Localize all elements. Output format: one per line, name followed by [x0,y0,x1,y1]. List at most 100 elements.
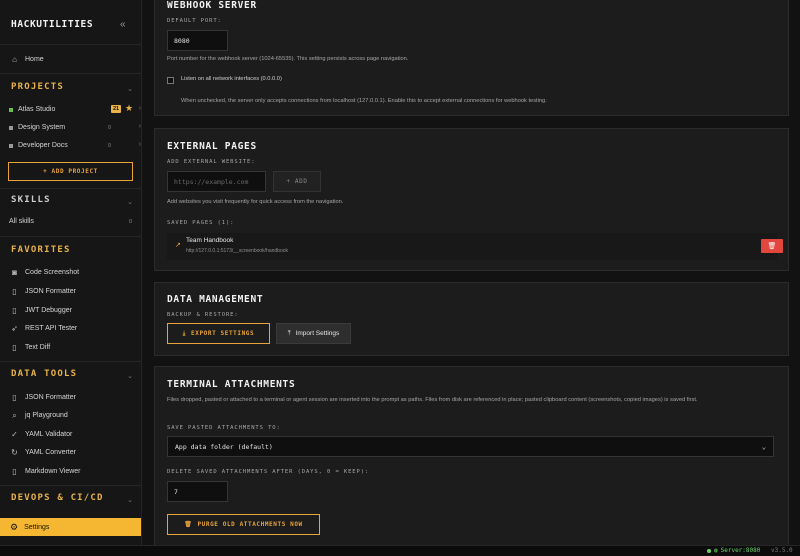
project-color-dot [9,125,13,130]
export-settings-button[interactable]: ⤓ EXPORT SETTINGS [167,323,270,344]
saved-page-row: ↗ Team Handbook http://127.0.0.1:5173/__… [167,233,783,260]
nav-all-skills[interactable]: All skills [9,218,34,225]
project-name: Atlas Studio [18,106,56,113]
nav-home-label: Home [25,56,44,63]
server-online-icon [707,548,711,553]
default-port-input[interactable]: 8080 [167,30,228,51]
file-icon: ▯ [12,287,17,296]
nav-text-diff[interactable]: ▯ Text Diff [10,343,50,352]
star-icon[interactable]: ★ [125,103,133,114]
chevron-down-icon: ⌄ [761,442,766,451]
listen-all-label: Listen on all network interfaces (0.0.0.… [181,76,282,82]
nav-rest-api-tester[interactable]: ➶ REST API Tester [10,324,77,333]
nav-jwt-debugger[interactable]: ▯ JWT Debugger [10,306,72,315]
terminal-help-text: Files dropped, pasted or attached to a t… [167,397,698,403]
skills-count: 0 [129,219,133,225]
project-name: Design System [18,124,66,131]
project-count: 0 [108,125,112,131]
terminal-attachments-title: TERMINAL ATTACHMENTS [167,379,296,390]
divider [0,44,141,45]
rocket-icon: ➶ [11,324,18,333]
nav-yaml-validator[interactable]: ✓ YAML Validator [10,430,72,439]
nav-settings[interactable]: ⚙ Settings [0,518,141,536]
project-item-atlas-studio[interactable]: Atlas Studio 21 ★ › [9,103,141,114]
download-icon: ⤓ [182,329,187,337]
listen-all-checkbox[interactable] [167,77,174,84]
add-website-button[interactable]: + ADD [273,171,321,192]
devops-section-title[interactable]: DEVOPS & CI/CD [11,493,104,503]
home-icon: ⌂ [12,55,17,64]
import-settings-label: Import Settings [295,330,340,337]
globe-icon: ◍ [714,547,718,554]
settings-page: WEBHOOK SERVER DEFAULT PORT: 8080 Port n… [142,0,800,545]
projects-section-title[interactable]: PROJECTS [11,82,64,92]
saved-pages-label: SAVED PAGES (1): [167,220,235,226]
trash-icon: 🗑 [184,521,193,528]
project-item-developer-docs[interactable]: Developer Docs 0 › [9,141,141,149]
favorites-section-title[interactable]: FAVORITES [11,245,71,255]
search-icon: ⌕ [12,411,17,420]
nav-label: YAML Converter [25,449,76,456]
backup-restore-label: BACKUP & RESTORE: [167,312,239,318]
file-icon: ▯ [12,343,17,352]
saved-page-name[interactable]: Team Handbook [186,237,233,244]
divider [0,188,141,189]
external-pages-card: EXTERNAL PAGES ADD EXTERNAL WEBSITE: htt… [154,128,789,271]
nav-json-formatter[interactable]: ▯ JSON Formatter [10,287,76,296]
nav-label: REST API Tester [25,325,78,332]
save-attachments-label: SAVE PASTED ATTACHMENTS TO: [167,425,281,431]
website-url-input[interactable]: https://example.com [167,171,266,192]
add-project-button[interactable]: + ADD PROJECT [8,162,133,181]
nav-yaml-converter[interactable]: ↻ YAML Converter [10,448,76,457]
listen-help-text: When unchecked, the server only accepts … [181,98,547,104]
nav-json-formatter-2[interactable]: ▯ JSON Formatter [10,393,76,402]
external-pages-title: EXTERNAL PAGES [167,141,257,152]
nav-home[interactable]: ⌂ Home [10,55,44,64]
project-count: 0 [108,143,112,149]
project-name: Developer Docs [18,142,68,149]
divider [0,361,141,362]
file-icon: ▯ [12,306,17,315]
project-item-design-system[interactable]: Design System 0 › [9,123,141,131]
chevron-down-icon[interactable]: ⌄ [127,496,133,504]
terminal-attachments-card: TERMINAL ATTACHMENTS Files dropped, past… [154,366,789,545]
purge-attachments-button[interactable]: 🗑 PURGE OLD ATTACHMENTS NOW [167,514,320,535]
purge-attachments-label: PURGE OLD ATTACHMENTS NOW [197,521,303,528]
nav-settings-label: Settings [24,523,50,531]
nav-code-screenshot[interactable]: ◙ Code Screenshot [10,268,79,277]
port-help-text: Port number for the webhook server (1024… [167,56,409,62]
nav-label: jq Playground [25,412,68,419]
refresh-icon: ↻ [11,448,18,457]
import-settings-button[interactable]: ⤒ Import Settings [276,323,351,344]
chevron-down-icon[interactable]: ⌄ [127,198,133,206]
project-count-badge: 21 [111,105,122,113]
divider [0,485,141,486]
nav-label: Text Diff [25,344,51,351]
nav-all-skills-label: All skills [9,218,34,225]
project-color-dot [9,143,13,148]
chevron-down-icon[interactable]: ⌄ [127,372,133,380]
server-status[interactable]: ◍ Server:8080 [707,547,760,554]
data-management-title: DATA MANAGEMENT [167,294,264,305]
divider [0,236,141,237]
file-icon: ▯ [12,467,17,476]
skills-section-title[interactable]: SKILLS [11,195,51,205]
gear-icon: ⚙ [10,521,19,532]
attachments-folder-select[interactable]: App data folder (default) ⌄ [167,436,774,457]
nav-label: YAML Validator [25,431,73,438]
data-tools-section-title[interactable]: DATA TOOLS [11,369,77,379]
upload-icon: ⤒ [287,329,291,337]
chevron-down-icon[interactable]: ⌄ [127,85,133,93]
server-status-label: Server:8080 [720,547,761,554]
external-link-icon: ↗ [175,242,181,249]
delete-after-days-input[interactable]: 7 [167,481,228,502]
collapse-sidebar-icon[interactable]: « [120,19,126,30]
project-color-dot [9,107,13,112]
data-management-card: DATA MANAGEMENT BACKUP & RESTORE: ⤓ EXPO… [154,282,789,356]
delete-saved-page-button[interactable]: 🗑 [761,239,783,253]
nav-markdown-viewer[interactable]: ▯ Markdown Viewer [10,467,80,476]
app-title: HACKUTILITIES [11,19,94,30]
nav-label: JSON Formatter [25,288,76,295]
nav-jq-playground[interactable]: ⌕ jq Playground [10,411,68,420]
external-help-text: Add websites you visit frequently for qu… [167,199,344,205]
